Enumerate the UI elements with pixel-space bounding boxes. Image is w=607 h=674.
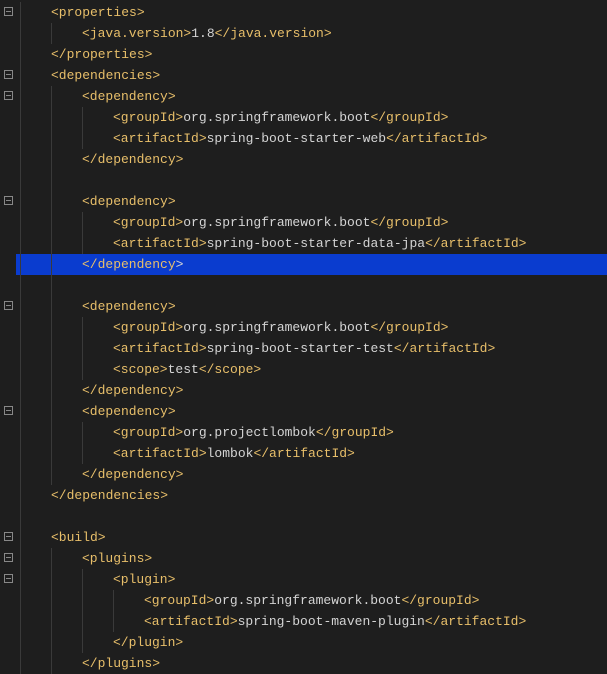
xml-tag: <groupId> bbox=[113, 320, 183, 335]
xml-tag: </artifactId> bbox=[425, 236, 526, 251]
xml-text: 1.8 bbox=[191, 26, 214, 41]
code-line[interactable]: <build> bbox=[16, 527, 607, 548]
code-line[interactable]: </plugins> bbox=[16, 653, 607, 674]
xml-text: org.springframework.boot bbox=[183, 320, 370, 335]
xml-text: lombok bbox=[207, 446, 254, 461]
xml-tag: <groupId> bbox=[144, 593, 214, 608]
xml-tag: </artifactId> bbox=[425, 614, 526, 629]
xml-text: spring-boot-maven-plugin bbox=[238, 614, 425, 629]
fold-toggle-icon[interactable] bbox=[4, 574, 13, 583]
xml-tag: </groupId> bbox=[316, 425, 394, 440]
xml-tag: </java.version> bbox=[215, 26, 332, 41]
code-line[interactable]: <java.version>1.8</java.version> bbox=[16, 23, 607, 44]
code-line[interactable]: </dependency> bbox=[16, 464, 607, 485]
fold-toggle-icon[interactable] bbox=[4, 7, 13, 16]
code-line[interactable] bbox=[16, 275, 607, 296]
xml-text: org.springframework.boot bbox=[214, 593, 401, 608]
code-line[interactable]: </plugin> bbox=[16, 632, 607, 653]
xml-tag: <properties> bbox=[51, 5, 145, 20]
code-line[interactable]: <groupId>org.springframework.boot</group… bbox=[16, 212, 607, 233]
xml-tag: <dependency> bbox=[82, 194, 176, 209]
code-line[interactable]: <dependency> bbox=[16, 86, 607, 107]
code-line[interactable]: </dependency> bbox=[16, 254, 607, 275]
xml-tag: <plugin> bbox=[113, 572, 175, 587]
xml-tag: </groupId> bbox=[370, 110, 448, 125]
code-line[interactable]: <groupId>org.projectlombok</groupId> bbox=[16, 422, 607, 443]
code-fold-gutter[interactable] bbox=[0, 0, 16, 673]
xml-tag: <groupId> bbox=[113, 425, 183, 440]
xml-text: spring-boot-starter-test bbox=[207, 341, 394, 356]
xml-tag: </groupId> bbox=[370, 320, 448, 335]
xml-tag: </properties> bbox=[51, 47, 152, 62]
xml-tag: <artifactId> bbox=[113, 131, 207, 146]
xml-text: org.projectlombok bbox=[183, 425, 316, 440]
fold-toggle-icon[interactable] bbox=[4, 553, 13, 562]
code-editor-area[interactable]: <properties> <java.version>1.8</java.vers… bbox=[16, 0, 607, 673]
code-line[interactable]: </properties> bbox=[16, 44, 607, 65]
code-line[interactable]: <dependencies> bbox=[16, 65, 607, 86]
xml-tag: <java.version> bbox=[82, 26, 191, 41]
xml-tag: <artifactId> bbox=[144, 614, 238, 629]
code-line[interactable]: <dependency> bbox=[16, 296, 607, 317]
xml-tag: </dependency> bbox=[82, 152, 183, 167]
xml-tag: <dependency> bbox=[82, 89, 176, 104]
xml-tag: </dependencies> bbox=[51, 488, 168, 503]
xml-tag: <dependencies> bbox=[51, 68, 160, 83]
xml-text: spring-boot-starter-data-jpa bbox=[207, 236, 425, 251]
code-line[interactable]: <artifactId>lombok</artifactId> bbox=[16, 443, 607, 464]
xml-tag: </dependency bbox=[82, 257, 176, 272]
code-line[interactable]: </dependency> bbox=[16, 380, 607, 401]
xml-tag: </plugins> bbox=[82, 656, 160, 671]
fold-toggle-icon[interactable] bbox=[4, 301, 13, 310]
fold-toggle-icon[interactable] bbox=[4, 91, 13, 100]
xml-tag: </dependency> bbox=[82, 467, 183, 482]
code-line[interactable]: <properties> bbox=[16, 2, 607, 23]
code-line[interactable]: <artifactId>spring-boot-starter-data-jpa… bbox=[16, 233, 607, 254]
xml-tag: </groupId> bbox=[401, 593, 479, 608]
code-line[interactable]: <dependency> bbox=[16, 401, 607, 422]
fold-toggle-icon[interactable] bbox=[4, 532, 13, 541]
xml-text: spring-boot-starter-web bbox=[207, 131, 386, 146]
code-line[interactable]: <groupId>org.springframework.boot</group… bbox=[16, 590, 607, 611]
xml-tag: <groupId> bbox=[113, 110, 183, 125]
code-line[interactable]: <groupId>org.springframework.boot</group… bbox=[16, 107, 607, 128]
xml-tag: <artifactId> bbox=[113, 236, 207, 251]
fold-toggle-icon[interactable] bbox=[4, 196, 13, 205]
xml-tag: <scope> bbox=[113, 362, 168, 377]
code-line[interactable]: <artifactId>spring-boot-starter-web</art… bbox=[16, 128, 607, 149]
xml-tag: </artifactId> bbox=[394, 341, 495, 356]
code-line[interactable] bbox=[16, 170, 607, 191]
xml-tag: </dependency> bbox=[82, 383, 183, 398]
xml-tag: <artifactId> bbox=[113, 341, 207, 356]
xml-tag: <dependency> bbox=[82, 299, 176, 314]
xml-tag: </artifactId> bbox=[253, 446, 354, 461]
xml-tag: </groupId> bbox=[370, 215, 448, 230]
code-line[interactable]: <plugin> bbox=[16, 569, 607, 590]
xml-text: test bbox=[168, 362, 199, 377]
xml-tag: </plugin> bbox=[113, 635, 183, 650]
xml-tag: </scope> bbox=[199, 362, 261, 377]
code-line[interactable]: <scope>test</scope> bbox=[16, 359, 607, 380]
xml-text: > bbox=[176, 257, 184, 272]
code-line[interactable]: <plugins> bbox=[16, 548, 607, 569]
fold-toggle-icon[interactable] bbox=[4, 70, 13, 79]
xml-tag: <plugins> bbox=[82, 551, 152, 566]
code-line[interactable]: <artifactId>spring-boot-starter-test</ar… bbox=[16, 338, 607, 359]
code-line[interactable]: <dependency> bbox=[16, 191, 607, 212]
code-line[interactable]: <groupId>org.springframework.boot</group… bbox=[16, 317, 607, 338]
xml-tag: </artifactId> bbox=[386, 131, 487, 146]
code-line[interactable] bbox=[16, 506, 607, 527]
xml-text: org.springframework.boot bbox=[183, 215, 370, 230]
xml-text: org.springframework.boot bbox=[183, 110, 370, 125]
xml-tag: <dependency> bbox=[82, 404, 176, 419]
code-line[interactable]: </dependency> bbox=[16, 149, 607, 170]
code-line[interactable]: </dependencies> bbox=[16, 485, 607, 506]
fold-toggle-icon[interactable] bbox=[4, 406, 13, 415]
xml-tag: <build> bbox=[51, 530, 106, 545]
xml-tag: <groupId> bbox=[113, 215, 183, 230]
xml-tag: <artifactId> bbox=[113, 446, 207, 461]
code-line[interactable]: <artifactId>spring-boot-maven-plugin</ar… bbox=[16, 611, 607, 632]
